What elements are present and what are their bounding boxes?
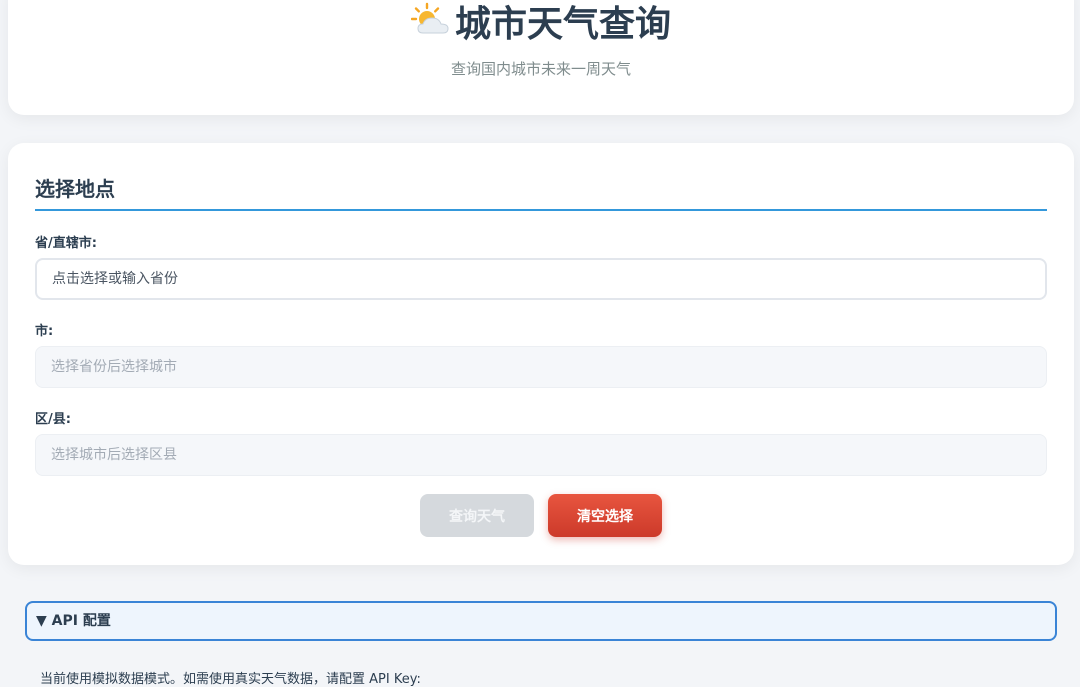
query-weather-button[interactable]: 查询天气	[420, 494, 534, 537]
city-select[interactable]	[35, 346, 1047, 388]
sun-behind-cloud-icon	[410, 2, 449, 34]
api-mode-note: 当前使用模拟数据模式。如需使用真实天气数据，请配置 API Key:	[40, 672, 421, 687]
district-select[interactable]	[35, 434, 1047, 476]
page-title: 城市天气查询	[8, 2, 1074, 47]
province-label: 省/直辖市:	[35, 236, 97, 251]
header-card: 城市天气查询 查询国内城市未来一周天气	[8, 0, 1074, 115]
api-config-toggle[interactable]: ▼ API 配置	[25, 601, 1057, 641]
page-subtitle: 查询国内城市未来一周天气	[450, 60, 631, 78]
location-card: 选择地点 省/直辖市: 市: 区/县: 查询天气 清空选择	[8, 143, 1074, 565]
page-title-text: 城市天气查询	[454, 4, 671, 45]
district-label: 区/县:	[35, 412, 71, 427]
province-input[interactable]	[35, 258, 1047, 300]
section-divider	[35, 209, 1047, 211]
city-label: 市:	[35, 324, 54, 339]
section-title: 选择地点	[35, 177, 115, 201]
clear-selection-button[interactable]: 清空选择	[548, 494, 662, 537]
